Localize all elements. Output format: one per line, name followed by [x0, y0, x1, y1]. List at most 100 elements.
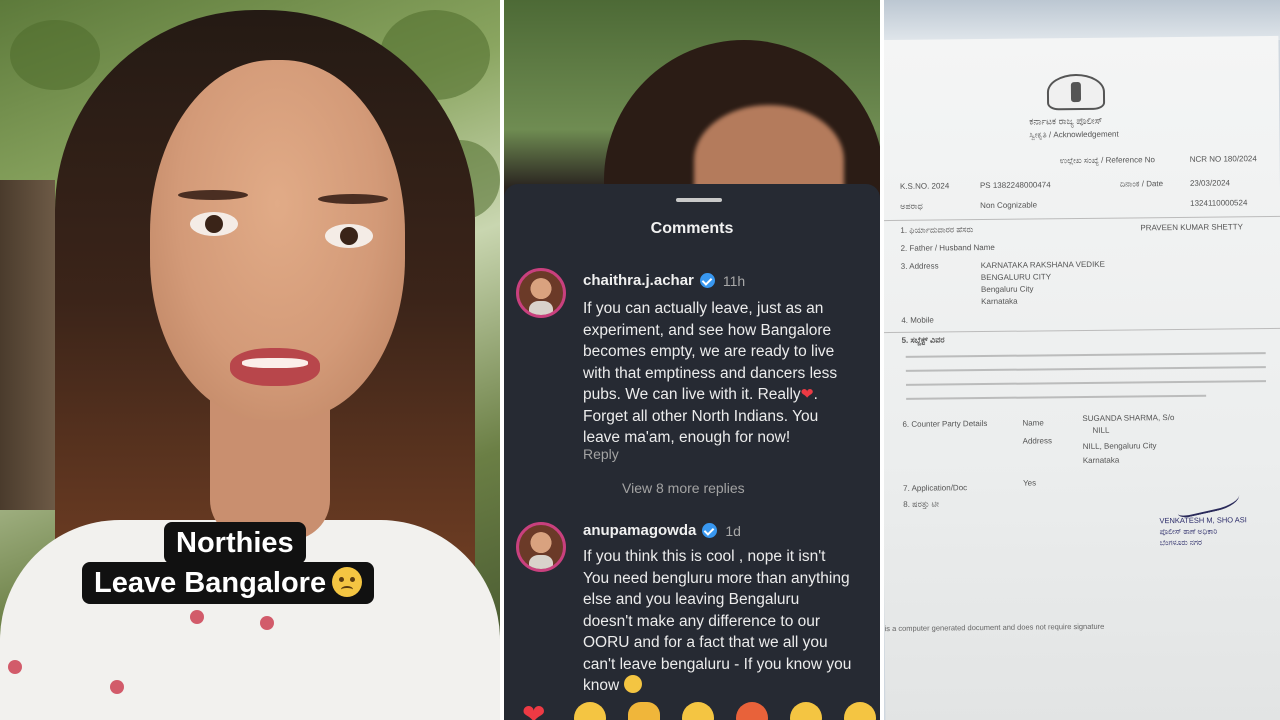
comment-line: becomes empty, we are ready to live	[583, 343, 835, 360]
comment-line: leave ma'am, enough for now!	[583, 429, 791, 446]
comment-username[interactable]: chaithra.j.achar	[583, 272, 694, 289]
shirt-flower	[8, 660, 22, 674]
subject-label: 5. ಸಬ್ಜೆಕ್ಟ್ ವಿವರ	[901, 335, 945, 345]
subject-text-line	[906, 394, 1207, 400]
comment-line: with that emptiness and dancers less	[583, 364, 838, 382]
comment-line: pubs. We can live with it. Really❤.	[583, 386, 818, 403]
view-more-replies-link[interactable]: View 8 more replies	[622, 480, 745, 496]
comment-username[interactable]: anupamagowda	[583, 522, 696, 539]
officer-signature	[1172, 478, 1242, 520]
comment-line-text: know	[583, 677, 620, 694]
subject-text-line	[905, 366, 1266, 372]
ps-label: K.S.NO. 2024	[899, 181, 950, 191]
application-label: 7. Application/Doc	[903, 483, 968, 493]
address-label: 3. Address	[900, 261, 939, 271]
address-line: Bengaluru City	[980, 284, 1034, 295]
tree-trunk	[0, 180, 55, 510]
ref-label: ಉಲ್ಲೇಖ ಸಂಖ್ಯೆ / Reference No	[1059, 155, 1156, 166]
comment-header: anupamagowda 1d	[583, 522, 741, 539]
doc-header: ಕರ್ನಾಟಕ ರಾಜ್ಯ ಪೊಲೀಸ್	[1029, 115, 1103, 127]
doc-subheader: ಸ್ವೀಕೃತಿ / Acknowledgement	[1029, 129, 1119, 140]
ps-value: PS 1382248000474	[979, 180, 1051, 191]
mouth	[230, 348, 320, 386]
doc-rule	[884, 327, 1280, 334]
comment-line: know	[583, 675, 873, 697]
state-emblem-icon	[1046, 73, 1106, 111]
drag-handle[interactable]	[676, 198, 722, 202]
comment-line: doesn't make any difference to our	[583, 612, 821, 630]
comment-line: can't leave bengaluru - If you know you	[583, 655, 852, 673]
address-line: BENGALURU CITY	[980, 272, 1052, 283]
id-value: 1324110000524	[1190, 198, 1248, 208]
comment-header: chaithra.j.achar 11h	[583, 272, 745, 289]
caption-line-2: Leave Bangalore	[82, 562, 375, 604]
counter-name: SUGANDA SHARMA, S/o	[1082, 413, 1175, 423]
avatar[interactable]	[516, 268, 566, 318]
mobile-label: 4. Mobile	[901, 315, 934, 325]
comment-line: If you can actually leave, just as an	[583, 300, 824, 317]
counter-state: Karnataka	[1082, 455, 1120, 465]
angry-face-icon[interactable]	[736, 702, 768, 720]
reply-button[interactable]: Reply	[583, 446, 619, 462]
comment-time: 11h	[722, 272, 746, 289]
subject-text-line	[905, 352, 1266, 358]
shirt-flower	[110, 680, 124, 694]
subject-text-line	[905, 380, 1267, 386]
comment-line-text: pubs. We can live with it. Really	[583, 386, 801, 403]
fire-icon[interactable]	[628, 702, 660, 720]
heart-icon[interactable]	[520, 698, 552, 720]
crying-face-icon	[332, 567, 363, 597]
document-photo-panel: ಕರ್ನಾಟಕ ರಾಜ್ಯ ಪೊಲೀಸ್ ಸ್ವೀಕೃತಿ / Acknowle…	[884, 0, 1280, 720]
remarks-label: 8. ಷರತ್ತು ಟೀ	[903, 499, 940, 509]
comments-screenshot-panel: Comments chaithra.j.achar 11h If you can…	[504, 0, 880, 720]
ref-value: NCR NO 180/2024	[1189, 154, 1257, 164]
comment-line: Forget all other North Indians. You	[583, 407, 819, 425]
doc-rule	[884, 215, 1280, 222]
comment-line: You need bengluru more than anything	[583, 569, 850, 587]
date-label: ದಿನಾಂಕ / Date	[1119, 179, 1164, 189]
officer-stamp: VENKATESH M, SHO ASI ಪೊಲೀಸ್ ಠಾಣೆ ಅಧಿಕಾರಿ…	[1159, 514, 1247, 548]
quick-reactions-bar	[520, 698, 876, 720]
date-value: 23/03/2024	[1189, 178, 1231, 188]
officer-title-kn: ಪೊಲೀಸ್ ಠಾಣೆ ಅಧಿಕಾರಿ	[1159, 526, 1218, 537]
comment-line: If you think this is cool , nope it isn'…	[583, 548, 826, 565]
officer-station-kn: ಬೆಂಗಳೂರು ನಗರ	[1159, 537, 1203, 548]
counter-address-label: Address	[1022, 436, 1053, 446]
comment-time: 1d	[725, 522, 741, 539]
act-value: Non Cognizable	[980, 200, 1038, 211]
act-label: ಅಪರಾಧ	[900, 201, 923, 211]
shirt-flower	[190, 610, 204, 624]
raised-hands-icon[interactable]	[574, 702, 606, 720]
address-line: KARNATAKA RAKSHANA VEDIKE	[980, 259, 1105, 271]
application-value: Yes	[1022, 478, 1037, 488]
counter-address: NILL, Bengaluru City	[1082, 441, 1157, 451]
comments-title: Comments	[650, 220, 734, 237]
father-label: 2. Father / Husband Name	[900, 242, 995, 253]
eye	[325, 224, 373, 248]
counter-null: NILL	[1092, 425, 1110, 435]
person-neck	[210, 400, 330, 540]
shirt-flower	[260, 616, 274, 630]
heart-icon: ❤	[800, 386, 814, 403]
complainant-label: 1. ಫಿರ್ಯಾದುದಾರರ ಹೆಸರು	[900, 225, 974, 235]
caption-line-2-text: Leave Bangalore	[94, 567, 327, 599]
video-frame-panel: Northies Leave Bangalore	[0, 0, 500, 720]
complainant-value: PRAVEEN KUMAR SHETTY	[1140, 222, 1243, 233]
rolling-laugh-icon[interactable]	[682, 702, 714, 720]
sad-face-icon[interactable]	[844, 702, 876, 720]
verified-badge-icon	[702, 523, 718, 538]
verified-badge-icon	[699, 273, 715, 288]
caption-line-1: Northies	[164, 522, 306, 564]
background-surface	[884, 0, 1280, 40]
avatar[interactable]	[516, 522, 566, 572]
eyebrow	[318, 194, 388, 204]
grin-icon[interactable]	[790, 702, 822, 720]
fir-document: ಕರ್ನಾಟಕ ರಾಜ್ಯ ಪೊಲೀಸ್ ಸ್ವೀಕೃತಿ / Acknowle…	[884, 35, 1280, 720]
doc-footer: is a computer generated document and doe…	[884, 621, 1105, 634]
counter-name-label: Name	[1022, 418, 1044, 428]
comments-sheet: Comments chaithra.j.achar 11h If you can…	[504, 184, 880, 720]
address-line: Karnataka	[981, 296, 1018, 307]
eye	[190, 212, 238, 236]
counter-label: 6. Counter Party Details	[902, 418, 988, 429]
comment-text: If you think this is cool , nope it isn'…	[583, 546, 873, 697]
